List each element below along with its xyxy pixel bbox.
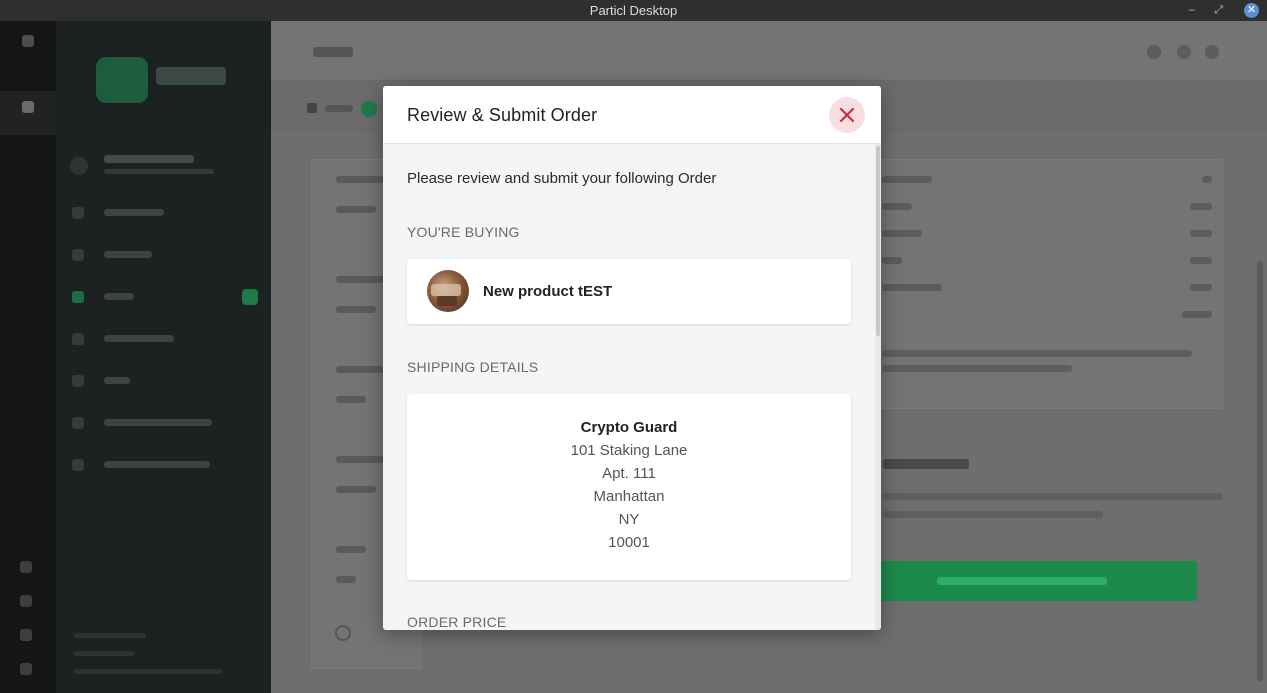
minimize-icon[interactable]: – <box>1189 0 1195 21</box>
close-icon <box>840 108 854 122</box>
shipping-address-line1: 101 Staking Lane <box>570 442 688 459</box>
dialog-title: Review & Submit Order <box>407 105 598 125</box>
product-image <box>427 270 469 312</box>
dialog-intro-text: Please review and submit your following … <box>407 170 717 187</box>
order-price-section-label: ORDER PRICE <box>407 614 507 630</box>
dialog-body: Please review and submit your following … <box>383 144 875 630</box>
review-order-dialog: Review & Submit Order Please review and … <box>383 86 881 630</box>
shipping-section-label: SHIPPING DETAILS <box>407 359 539 375</box>
buying-section-label: YOU'RE BUYING <box>407 224 520 240</box>
shipping-state: NY <box>618 511 640 528</box>
shipping-name: Crypto Guard <box>580 419 678 436</box>
product-card: New product tEST <box>407 259 851 324</box>
dialog-header: Review & Submit Order <box>383 86 881 144</box>
window-title: Particl Desktop <box>589 3 678 18</box>
window-close-icon[interactable]: ✕ <box>1244 3 1259 18</box>
shipping-zip: 10001 <box>608 534 650 551</box>
window-titlebar: Particl Desktop <box>0 0 1267 21</box>
shipping-card: Crypto Guard 101 Staking Lane Apt. 111 M… <box>407 394 851 580</box>
shipping-city: Manhattan <box>593 488 665 505</box>
dialog-scrollbar[interactable] <box>875 144 881 630</box>
dialog-scrollbar-thumb[interactable] <box>876 146 880 336</box>
maximize-icon[interactable]: ⤢ <box>1214 0 1223 21</box>
product-name: New product tEST <box>483 283 613 300</box>
close-button[interactable] <box>829 97 865 133</box>
shipping-address-line2: Apt. 111 <box>602 465 656 482</box>
